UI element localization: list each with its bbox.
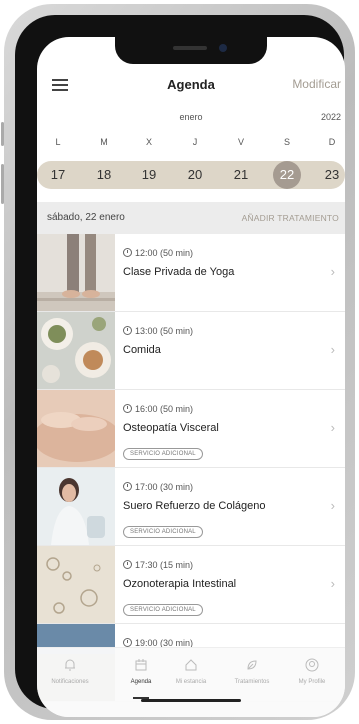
nav-label: Notificaciones bbox=[51, 679, 89, 685]
appointment-time: 13:00 (50 min) bbox=[123, 326, 193, 336]
nav-my-stay[interactable]: Mi estancia bbox=[160, 658, 222, 685]
additional-service-badge: SERVICIO ADICIONAL bbox=[123, 604, 203, 616]
profile-icon bbox=[304, 658, 320, 674]
chevron-right-icon: › bbox=[330, 342, 335, 357]
appointment-name: Comida bbox=[123, 344, 161, 356]
side-button bbox=[1, 122, 4, 146]
selected-date-label: sábado, 22 enero bbox=[47, 212, 125, 223]
calendar-year: 2022 bbox=[320, 112, 341, 122]
day-18[interactable]: 18 bbox=[89, 161, 119, 189]
clock-icon bbox=[123, 638, 132, 647]
week-day-strip: 17 18 19 20 21 22 23 bbox=[37, 161, 345, 189]
modify-button[interactable]: Modificar bbox=[292, 77, 341, 91]
weekday-label: D bbox=[328, 137, 336, 147]
bell-icon bbox=[62, 658, 78, 674]
appointment-time: 17:00 (30 min) bbox=[123, 482, 193, 492]
chevron-right-icon: › bbox=[330, 498, 335, 513]
home-indicator bbox=[141, 699, 241, 702]
phone-frame: Agenda Modificar enero 2022 L M X J V S … bbox=[1, 4, 355, 720]
day-23[interactable]: 23 bbox=[317, 161, 345, 189]
appointment-list: 12:00 (50 min) Clase Privada de Yoga › 1… bbox=[37, 234, 345, 702]
app-screen: Agenda Modificar enero 2022 L M X J V S … bbox=[37, 37, 345, 717]
clock-icon bbox=[123, 326, 132, 335]
serum-thumbnail bbox=[37, 468, 115, 545]
weekday-label: X bbox=[145, 137, 152, 147]
massage-thumbnail bbox=[37, 390, 115, 467]
appointment-item[interactable]: 13:00 (50 min) Comida › bbox=[37, 312, 345, 390]
additional-service-badge: SERVICIO ADICIONAL bbox=[123, 448, 203, 460]
additional-service-badge: SERVICIO ADICIONAL bbox=[123, 526, 203, 538]
appointment-name: Osteopatía Visceral bbox=[123, 422, 219, 434]
appointment-item[interactable]: 17:30 (15 min) Ozonoterapia Intestinal S… bbox=[37, 546, 345, 624]
day-20[interactable]: 20 bbox=[180, 161, 210, 189]
calendar-month: enero bbox=[179, 112, 203, 122]
time-text: 13:00 (50 min) bbox=[135, 326, 194, 336]
app-header: Agenda Modificar bbox=[37, 65, 345, 105]
weekday-label: V bbox=[237, 137, 244, 147]
bottom-navigation: Notificaciones Agenda Mi estancia Tratam… bbox=[37, 647, 345, 717]
time-text: 17:00 (30 min) bbox=[135, 482, 194, 492]
appointment-item[interactable]: 17:00 (30 min) Suero Refuerzo de Colágen… bbox=[37, 468, 345, 546]
leaf-icon bbox=[244, 658, 260, 674]
clock-icon bbox=[123, 482, 132, 491]
chevron-right-icon: › bbox=[330, 420, 335, 435]
day-21[interactable]: 21 bbox=[226, 161, 256, 189]
weekday-label: L bbox=[55, 137, 61, 147]
chevron-right-icon: › bbox=[330, 576, 335, 591]
appointment-time: 16:00 (50 min) bbox=[123, 404, 193, 414]
speaker-grill bbox=[173, 46, 207, 50]
ozone-thumbnail bbox=[37, 546, 115, 623]
add-treatment-button[interactable]: AÑADIR TRATAMIENTO bbox=[242, 213, 339, 223]
day-19[interactable]: 19 bbox=[134, 161, 164, 189]
time-text: 16:00 (50 min) bbox=[135, 404, 194, 414]
appointment-name: Clase Privada de Yoga bbox=[123, 266, 235, 278]
nav-treatments[interactable]: Tratamientos bbox=[221, 658, 283, 685]
calendar-icon bbox=[133, 658, 149, 674]
time-text: 17:30 (15 min) bbox=[135, 560, 194, 570]
weekday-label: M bbox=[100, 137, 108, 147]
food-thumbnail bbox=[37, 312, 115, 389]
appointment-name: Ozonoterapia Intestinal bbox=[123, 578, 237, 590]
appointment-time: 17:30 (15 min) bbox=[123, 560, 193, 570]
appointment-time: 12:00 (50 min) bbox=[123, 248, 193, 258]
appointment-item[interactable]: 12:00 (50 min) Clase Privada de Yoga › bbox=[37, 234, 345, 312]
time-text: 12:00 (50 min) bbox=[135, 248, 194, 258]
clock-icon bbox=[123, 560, 132, 569]
weekday-row: L M X J V S D bbox=[37, 137, 345, 151]
nav-label: Tratamientos bbox=[234, 679, 270, 685]
clock-icon bbox=[123, 248, 132, 257]
side-button bbox=[1, 164, 4, 204]
appointment-item[interactable]: 16:00 (50 min) Osteopatía Visceral SERVI… bbox=[37, 390, 345, 468]
house-icon bbox=[183, 658, 199, 674]
weekday-label: S bbox=[283, 137, 290, 147]
phone-bezel: Agenda Modificar enero 2022 L M X J V S … bbox=[15, 15, 345, 717]
day-22-selected[interactable]: 22 bbox=[273, 161, 301, 189]
day-17[interactable]: 17 bbox=[43, 161, 73, 189]
nav-label: Mi estancia bbox=[175, 679, 207, 685]
nav-profile[interactable]: My Profile bbox=[281, 658, 343, 685]
nav-label: My Profile bbox=[298, 679, 326, 685]
yoga-thumbnail bbox=[37, 234, 115, 311]
camera-icon bbox=[219, 44, 227, 52]
weekday-label: J bbox=[192, 137, 198, 147]
chevron-right-icon: › bbox=[330, 264, 335, 279]
nav-notifications[interactable]: Notificaciones bbox=[39, 658, 101, 685]
date-section-bar: sábado, 22 enero AÑADIR TRATAMIENTO bbox=[37, 202, 345, 234]
phone-notch bbox=[115, 37, 267, 64]
appointment-name: Suero Refuerzo de Colágeno bbox=[123, 500, 266, 512]
clock-icon bbox=[123, 404, 132, 413]
